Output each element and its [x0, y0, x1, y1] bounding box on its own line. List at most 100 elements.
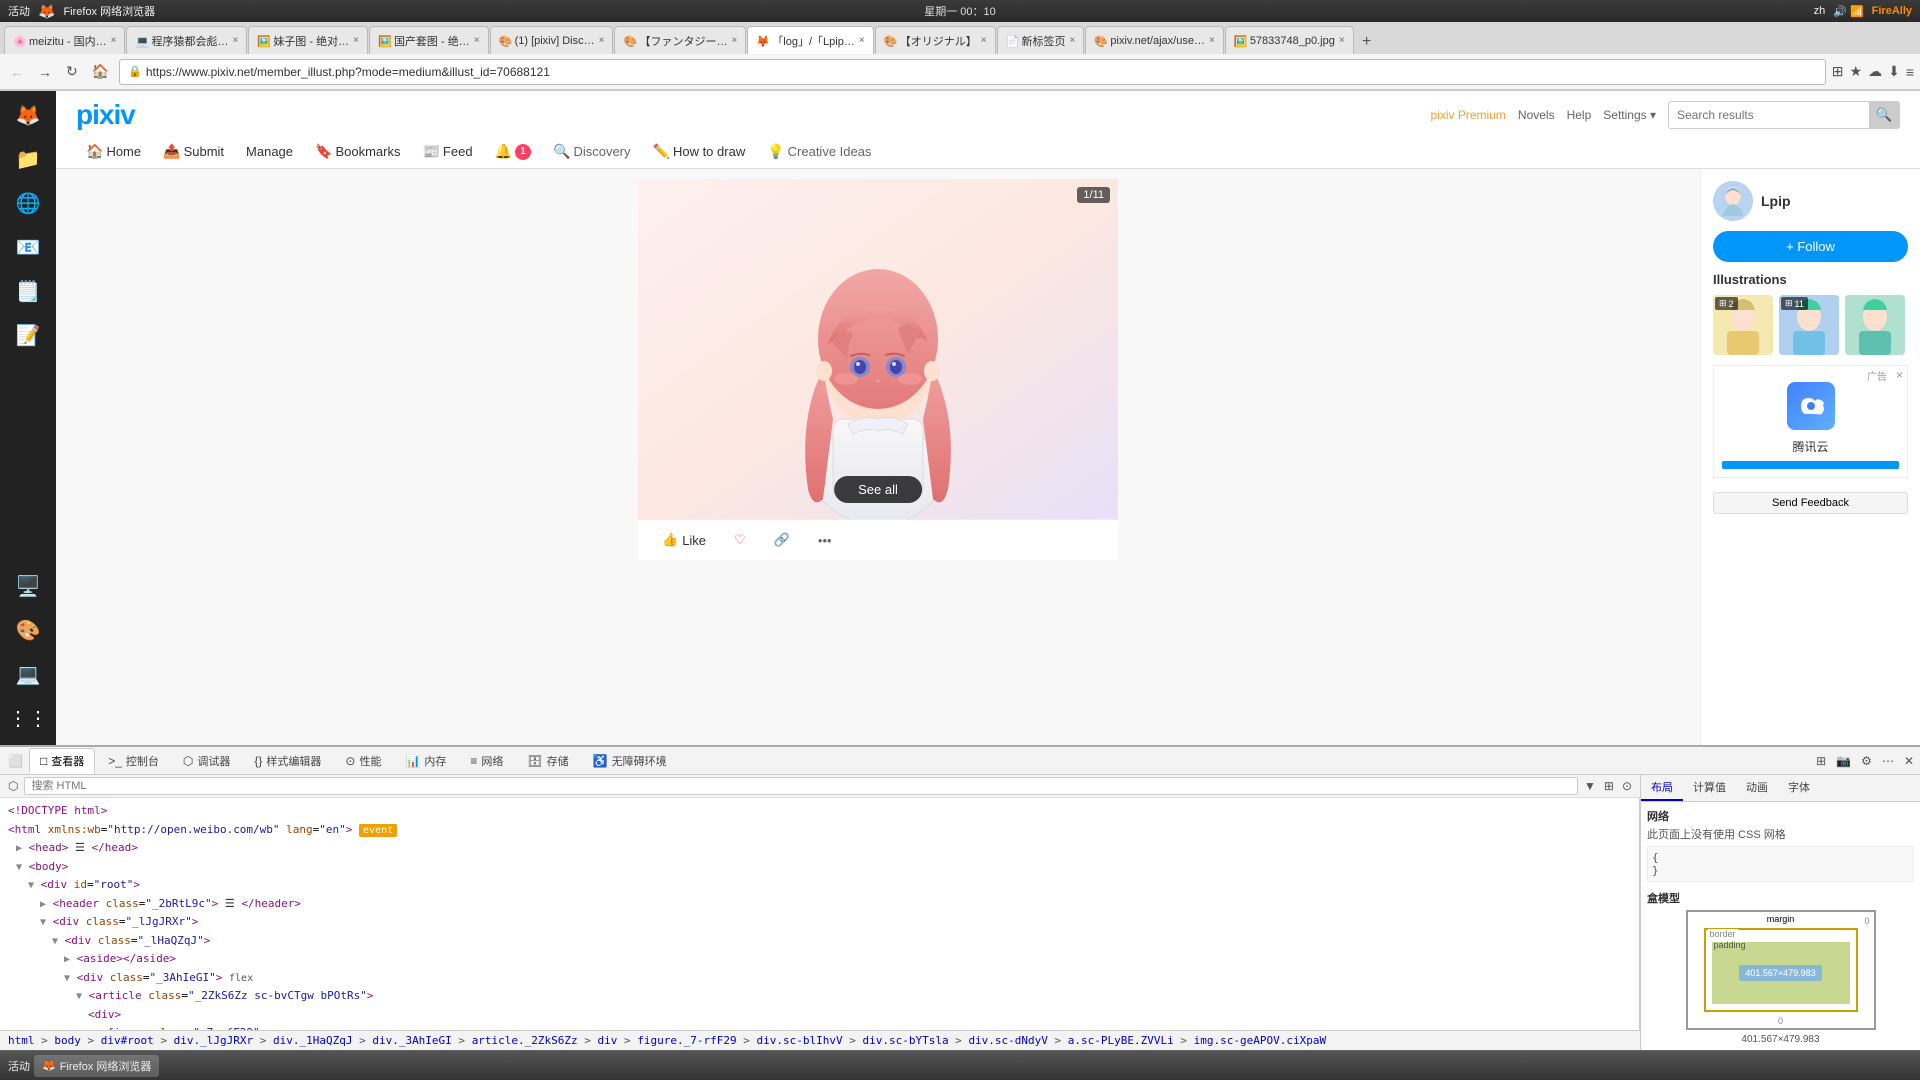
- styles-tab-fonts[interactable]: 字体: [1778, 775, 1820, 801]
- tab-pixiv-disc[interactable]: 🎨 (1) [pixiv] Disc… ×: [490, 26, 614, 54]
- reload-button[interactable]: ↻: [62, 61, 82, 82]
- breadcrumb-div[interactable]: div: [598, 1034, 618, 1047]
- tab-close-ajax[interactable]: ×: [1209, 35, 1215, 46]
- tab-close-chengxu[interactable]: ×: [232, 35, 238, 46]
- tab-close-fantasy[interactable]: ×: [731, 35, 737, 46]
- sidebar-icon-email[interactable]: 📧: [8, 227, 48, 267]
- html-line-doctype[interactable]: <!DOCTYPE html>: [4, 802, 1635, 821]
- sidebar-icon-firefox[interactable]: 🦊: [8, 95, 48, 135]
- html-line-div[interactable]: <div>: [4, 1006, 1635, 1025]
- devtools-tab-debugger[interactable]: ⬡ 调试器: [172, 748, 241, 774]
- search-input[interactable]: [1669, 101, 1869, 129]
- tab-pixiv-ajax[interactable]: 🎨 pixiv.net/ajax/use… ×: [1085, 26, 1223, 54]
- tab-close-guochan[interactable]: ×: [474, 35, 480, 46]
- tab-fantasy[interactable]: 🎨 【ファンタジー… ×: [614, 26, 746, 54]
- html-filter-icon[interactable]: ▼: [1582, 777, 1598, 795]
- breadcrumb-html[interactable]: html: [8, 1034, 35, 1047]
- pixiv-help-link[interactable]: Help: [1567, 108, 1592, 122]
- devtools-dock-icon[interactable]: ⬜: [4, 754, 27, 768]
- download-icon[interactable]: ⬇: [1888, 63, 1900, 80]
- breadcrumb-div-lha[interactable]: div._1HaQZqJ: [273, 1034, 352, 1047]
- nav-how-to-draw[interactable]: ✏️ How to draw: [643, 139, 756, 164]
- devtools-settings-icon[interactable]: ⚙: [1859, 752, 1874, 770]
- tab-original[interactable]: 🎨 【オリジナル】 ×: [875, 26, 996, 54]
- heart-button[interactable]: ♡: [726, 528, 754, 552]
- breadcrumb-div-sc-dndyv[interactable]: div.sc-dNdyV: [968, 1034, 1047, 1047]
- styles-tab-animations[interactable]: 动画: [1736, 775, 1778, 801]
- firefox-taskbar-icon[interactable]: 🦊: [38, 3, 55, 20]
- bookmark-icon[interactable]: ⊞: [1832, 63, 1844, 80]
- taskbar-activities[interactable]: 活动: [8, 1058, 30, 1074]
- illus-thumb-2[interactable]: ⊞11: [1779, 295, 1839, 355]
- tab-jpg[interactable]: 🖼️ 57833748_p0.jpg ×: [1225, 26, 1354, 54]
- breadcrumb-img[interactable]: img.sc-geAPOV.ciXpaW: [1194, 1034, 1326, 1047]
- devtools-tab-performance[interactable]: ⊙ 性能: [334, 748, 392, 774]
- artist-avatar[interactable]: [1713, 181, 1753, 221]
- tab-close-meizi[interactable]: ×: [353, 35, 359, 46]
- devtools-tab-accessibility[interactable]: ♿ 无障碍环境: [582, 748, 678, 774]
- pixiv-premium-link[interactable]: pixiv Premium: [1431, 108, 1506, 122]
- home-button[interactable]: 🏠: [88, 61, 113, 82]
- ad-bar[interactable]: [1722, 461, 1899, 469]
- sidebar-icon-paint[interactable]: 🎨: [8, 610, 48, 650]
- tab-close-meizitu[interactable]: ×: [111, 35, 117, 46]
- nav-discovery[interactable]: 🔍 Discovery: [543, 139, 641, 164]
- like-button[interactable]: 👍 Like: [654, 528, 714, 552]
- ad-close-button[interactable]: ×: [1896, 368, 1903, 382]
- search-button[interactable]: 🔍: [1869, 101, 1899, 129]
- breadcrumb-div-3ah[interactable]: div._3AhIeGI: [372, 1034, 451, 1047]
- breadcrumb-div-ljg[interactable]: div._lJgJRXr: [174, 1034, 253, 1047]
- breadcrumb-a[interactable]: a.sc-PLyBE.ZVVLi: [1068, 1034, 1174, 1047]
- devtools-screenshot-icon[interactable]: 📷: [1834, 752, 1853, 770]
- address-bar[interactable]: 🔒 https://www.pixiv.net/member_illust.ph…: [119, 59, 1826, 85]
- tab-chengxu[interactable]: 💻 程序猿都会彪… ×: [126, 26, 247, 54]
- breadcrumb-article[interactable]: article._2ZkS6Zz: [472, 1034, 578, 1047]
- sidebar-icon-grid[interactable]: ⋮⋮: [8, 698, 48, 738]
- menu-icon[interactable]: ≡: [1906, 64, 1914, 80]
- sidebar-icon-terminal[interactable]: 🖥️: [8, 566, 48, 606]
- tab-meizitu[interactable]: 🌸 meizitu - 国内… ×: [4, 26, 125, 54]
- tab-newtab[interactable]: 📄 新标签页 ×: [997, 26, 1085, 54]
- activities-label[interactable]: 活动: [8, 3, 30, 19]
- follow-button[interactable]: + Follow: [1713, 231, 1908, 262]
- html-panel-icon[interactable]: ⬡: [6, 777, 20, 795]
- html-line-head[interactable]: ▶ <head> ☰ </head>: [4, 839, 1635, 858]
- pixiv-settings-link[interactable]: Settings ▾: [1603, 108, 1656, 122]
- nav-manage[interactable]: Manage: [236, 140, 303, 163]
- devtools-responsive-icon[interactable]: ⊞: [1814, 752, 1828, 770]
- bookmarks-star-icon[interactable]: ★: [1850, 63, 1863, 80]
- html-line-html[interactable]: <html xmlns:wb="http://open.weibo.com/wb…: [4, 821, 1635, 840]
- sidebar-icon-notes[interactable]: 🗒️: [8, 271, 48, 311]
- nav-creative-ideas[interactable]: 💡 Creative Ideas: [757, 139, 881, 164]
- html-new-node-icon[interactable]: ⊞: [1602, 777, 1616, 795]
- nav-home[interactable]: 🏠 Home: [76, 139, 151, 164]
- tab-close-log[interactable]: ×: [859, 35, 865, 46]
- html-line-div-root[interactable]: ▼ <div id="root">: [4, 876, 1635, 895]
- tab-close-jpg[interactable]: ×: [1339, 35, 1345, 46]
- nav-feed[interactable]: 📰 Feed: [412, 139, 482, 164]
- send-feedback-button[interactable]: Send Feedback: [1713, 492, 1908, 514]
- sidebar-icon-text[interactable]: 📝: [8, 315, 48, 355]
- devtools-close-icon[interactable]: ✕: [1902, 752, 1916, 770]
- html-line-div-3ah[interactable]: ▼ <div class="_3AhIeGI"> flex: [4, 969, 1635, 988]
- html-search-input[interactable]: [24, 777, 1578, 795]
- devtools-tab-console[interactable]: >_ 控制台: [97, 748, 170, 774]
- forward-button[interactable]: →: [34, 62, 56, 82]
- tab-close-newtab[interactable]: ×: [1070, 35, 1076, 46]
- devtools-tab-storage[interactable]: 🗄 存储: [516, 748, 579, 774]
- nav-submit[interactable]: 📤 Submit: [153, 139, 234, 164]
- tab-close-pixiv-disc[interactable]: ×: [599, 35, 605, 46]
- nav-notification[interactable]: 🔔 1: [485, 139, 541, 164]
- breadcrumb-div-root[interactable]: div#root: [101, 1034, 154, 1047]
- html-line-aside[interactable]: ▶ <aside></aside>: [4, 950, 1635, 969]
- more-button[interactable]: •••: [810, 529, 840, 552]
- taskbar-firefox[interactable]: 🦊 Firefox 网络浏览器: [34, 1055, 159, 1077]
- breadcrumb-div-sc-blihvv[interactable]: div.sc-blIhvV: [757, 1034, 843, 1047]
- devtools-tab-inspector[interactable]: □ 查看器: [29, 748, 95, 774]
- html-line-article[interactable]: ▼ <article class="_2ZkS6Zz sc-bvCTgw bPO…: [4, 987, 1635, 1006]
- devtools-more-icon[interactable]: ⋯: [1880, 752, 1896, 770]
- lang-indicator[interactable]: zh: [1814, 5, 1826, 17]
- html-line-div-lha[interactable]: ▼ <div class="_lHaQZqJ">: [4, 932, 1635, 951]
- illus-thumb-1[interactable]: ⊞2: [1713, 295, 1773, 355]
- html-pick-icon[interactable]: ⊙: [1620, 777, 1634, 795]
